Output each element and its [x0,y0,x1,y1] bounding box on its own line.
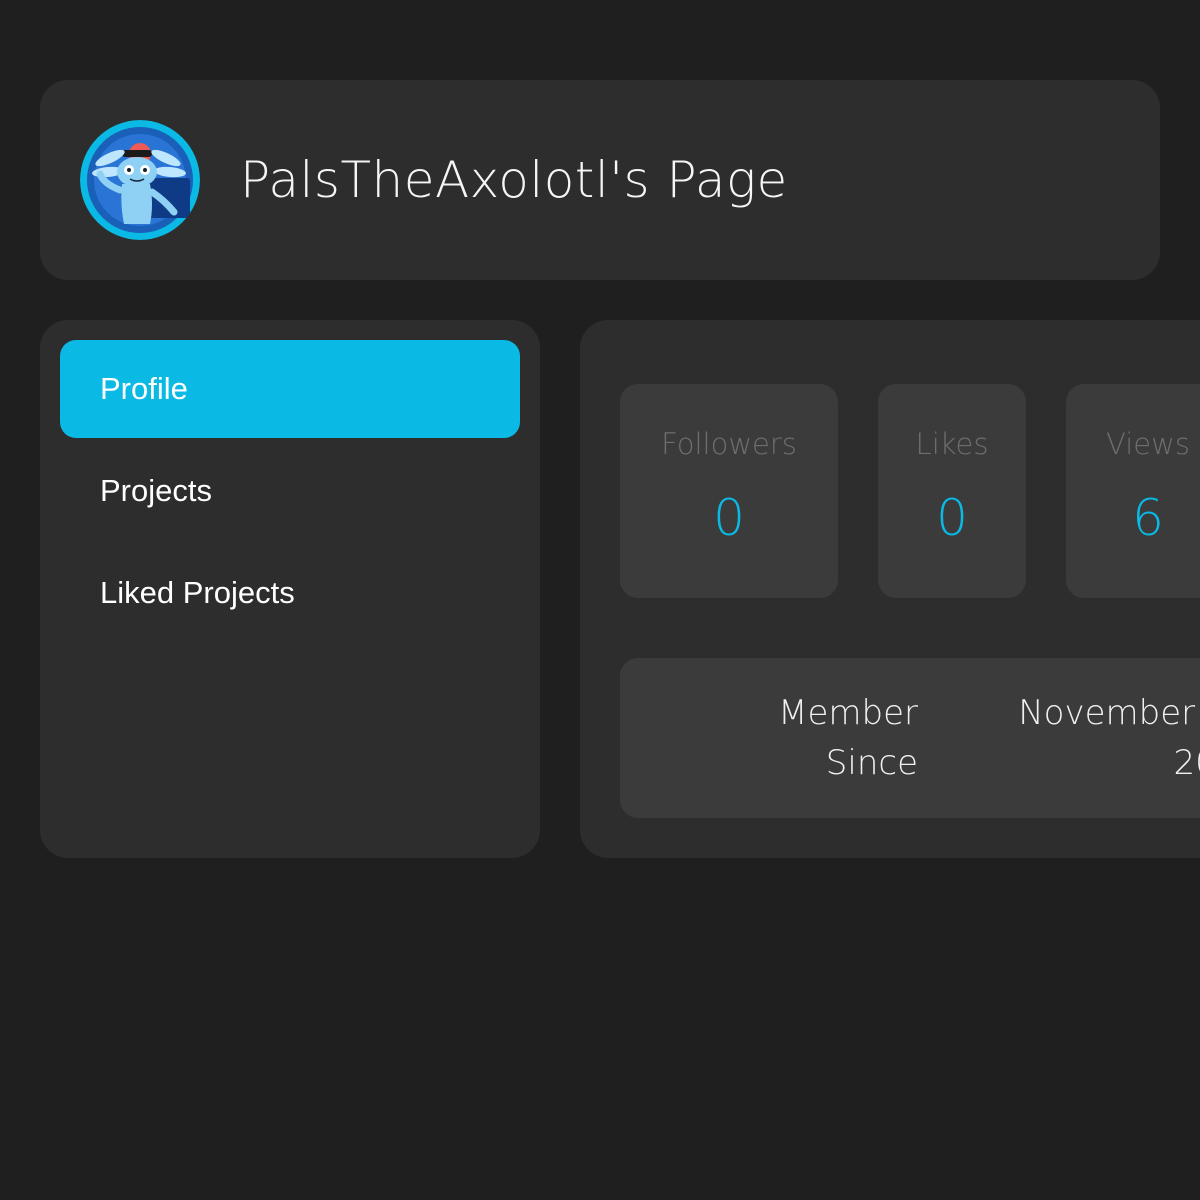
followers-card: Followers 0 [620,384,838,598]
likes-card: Likes 0 [878,384,1026,598]
member-label-line1: Member [778,693,918,733]
profile-content: Followers 0 Likes 0 Views 6 Member Since… [580,320,1200,858]
member-since-label: Member Since [698,688,918,788]
likes-count: 0 [936,489,968,547]
views-count: 6 [1132,489,1164,547]
member-since-card: Member Since November 26, 2024 [620,658,1200,818]
likes-label: Likes [915,427,989,461]
axolotl-avatar-icon[interactable] [80,120,200,240]
member-date-line1: November 26, [1018,693,1200,733]
sidebar: Profile Projects Liked Projects [40,320,540,858]
followers-label: Followers [661,427,797,461]
views-card: Views 6 [1066,384,1200,598]
page-title: PalsTheAxolotl's Page [240,151,788,209]
profile-page: PalsTheAxolotl's Page Profile Projects L… [0,0,1200,1200]
followers-count: 0 [713,489,745,547]
views-label: Views [1106,427,1190,461]
member-date-line2: 2024 [1173,743,1200,783]
sidebar-item-projects[interactable]: Projects [60,442,520,540]
member-since-date: November 26, 2024 [970,688,1200,788]
member-label-line2: Since [825,743,918,783]
sidebar-item-profile[interactable]: Profile [60,340,520,438]
sidebar-item-liked-projects[interactable]: Liked Projects [60,544,520,642]
profile-header: PalsTheAxolotl's Page [40,80,1160,280]
